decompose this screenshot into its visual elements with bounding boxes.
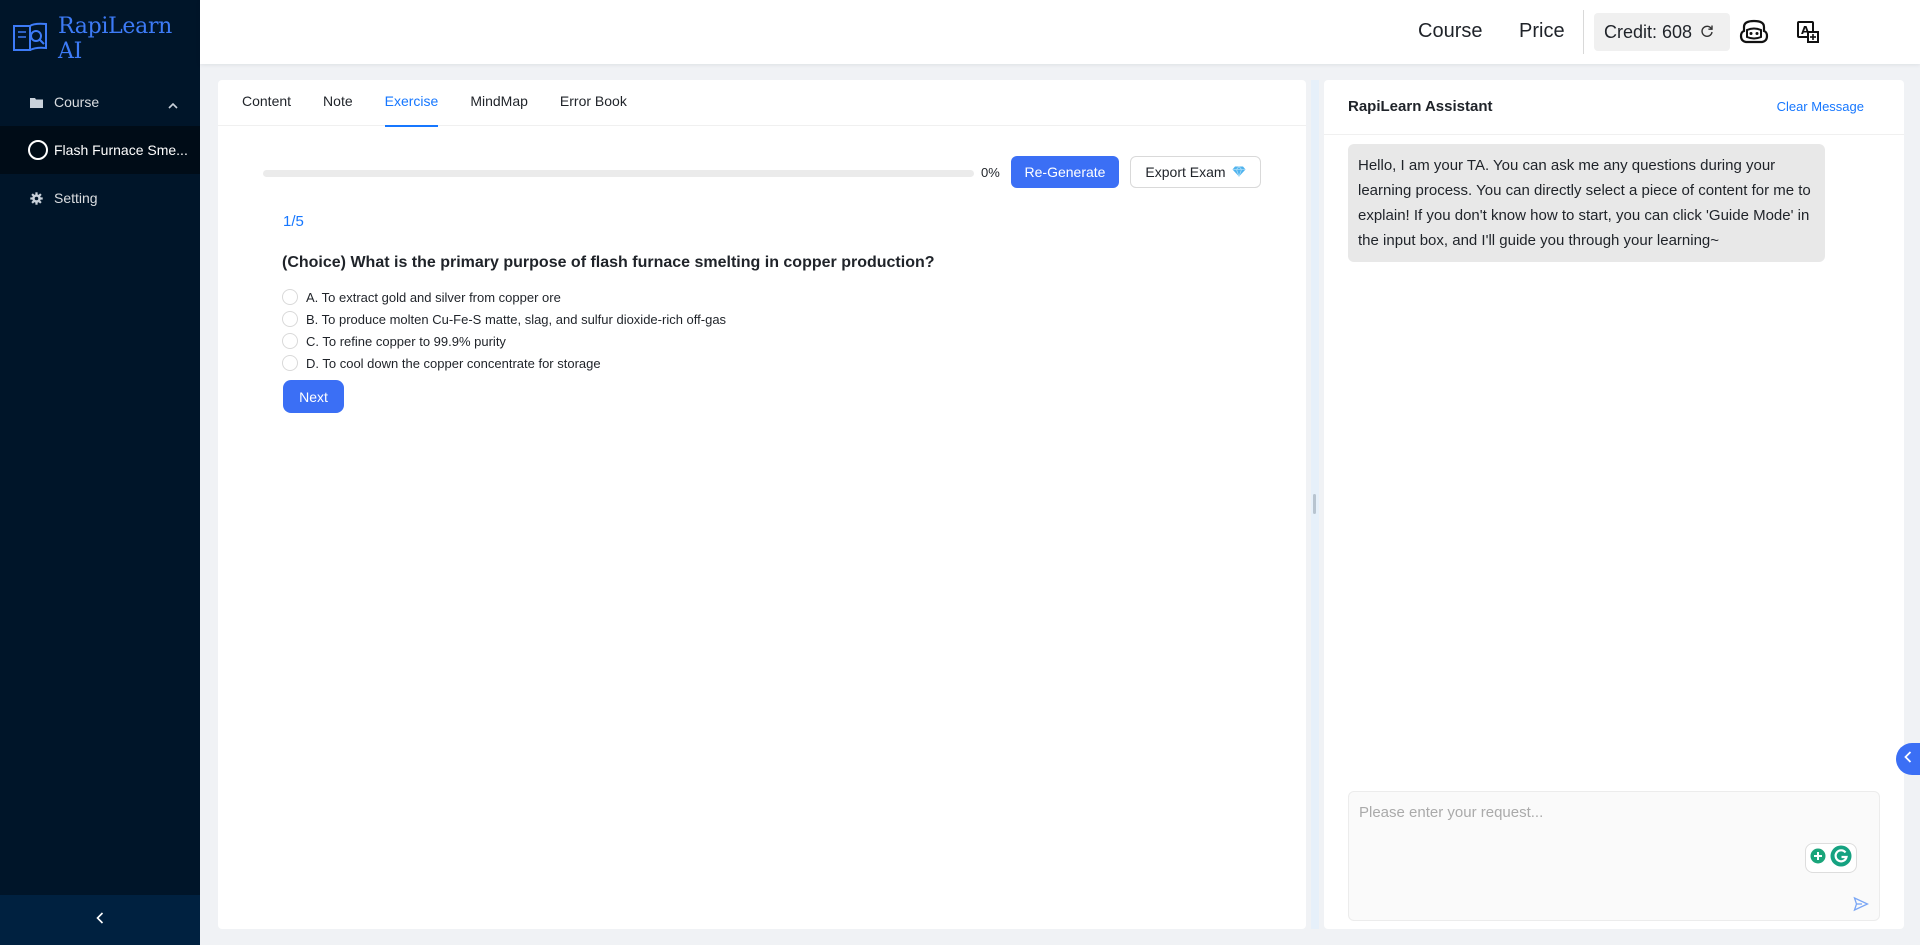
export-exam-label: Export Exam (1145, 164, 1226, 180)
next-button[interactable]: Next (283, 380, 344, 413)
circle-icon (28, 140, 48, 160)
tab-bar: Content Note Exercise MindMap Error Book (218, 80, 1306, 127)
resize-handle-icon[interactable] (1313, 494, 1316, 514)
robot-icon[interactable] (1739, 18, 1769, 46)
option-label: D. To cool down the copper concentrate f… (306, 355, 601, 371)
translate-icon[interactable]: A (1793, 18, 1823, 46)
sidebar-subitem-label: Flash Furnace Sme... (54, 142, 188, 158)
app-name: RapiLearn AI (58, 14, 173, 64)
sidebar-item-label: Course (54, 94, 100, 110)
assistant-title: RapiLearn Assistant (1348, 98, 1493, 115)
folder-icon (28, 94, 44, 110)
credit-label: Credit: 608 (1604, 21, 1693, 42)
option-c[interactable]: C. To refine copper to 99.9% purity (282, 330, 726, 352)
option-label: A. To extract gold and silver from coppe… (306, 289, 561, 305)
answer-options: A. To extract gold and silver from coppe… (282, 286, 726, 374)
clear-message-link[interactable]: Clear Message (1777, 99, 1864, 114)
panel-resizer[interactable] (1311, 80, 1319, 929)
question-index: 1/5 (283, 213, 304, 230)
header-link-price[interactable]: Price (1519, 20, 1565, 43)
chat-input[interactable] (1349, 792, 1879, 872)
option-d[interactable]: D. To cool down the copper concentrate f… (282, 352, 726, 374)
header-divider (1583, 10, 1584, 54)
book-logo-icon (12, 20, 50, 59)
tab-content[interactable]: Content (242, 80, 291, 126)
tab-mindmap[interactable]: MindMap (470, 80, 528, 126)
chevron-up-icon (168, 96, 178, 112)
export-exam-button[interactable]: Export Exam (1130, 156, 1261, 188)
assistant-panel: RapiLearn Assistant Clear Message Hello,… (1324, 80, 1904, 929)
chevron-left-icon (96, 911, 104, 929)
tab-error-book[interactable]: Error Book (560, 80, 627, 126)
option-label: B. To produce molten Cu-Fe-S matte, slag… (306, 311, 727, 327)
sidebar-item-course[interactable]: Course (0, 78, 200, 126)
header-link-course[interactable]: Course (1418, 20, 1482, 43)
top-header: Course Price Credit: 608 A (200, 0, 1920, 64)
radio-button[interactable] (282, 289, 298, 305)
diamond-icon (1232, 164, 1246, 180)
assistant-message: Hello, I am your TA. You can ask me any … (1348, 144, 1825, 262)
tab-note[interactable]: Note (323, 80, 353, 126)
option-a[interactable]: A. To extract gold and silver from coppe… (282, 286, 726, 308)
sidebar-item-setting[interactable]: Setting (0, 174, 200, 222)
bulb-plus-icon[interactable] (1810, 848, 1826, 869)
grammarly-icon[interactable] (1830, 845, 1852, 872)
progress-percent: 0% (981, 165, 1000, 180)
sidebar-collapse-button[interactable] (0, 895, 200, 945)
chat-input-box (1348, 791, 1880, 921)
refresh-icon[interactable] (1700, 22, 1714, 43)
sidebar-item-label: Setting (54, 190, 98, 206)
question-text: (Choice) What is the primary purpose of … (282, 254, 935, 271)
chevron-left-icon (1904, 750, 1912, 768)
radio-button[interactable] (282, 311, 298, 327)
sidebar: RapiLearn AI Course Flash Furnace Sme...… (0, 0, 200, 945)
radio-button[interactable] (282, 355, 298, 371)
assistant-toggle-button[interactable] (1896, 743, 1920, 775)
tab-exercise[interactable]: Exercise (384, 80, 438, 127)
progress-bar (263, 170, 974, 177)
credit-display[interactable]: Credit: 608 (1594, 13, 1730, 51)
sidebar-subitem-flash-furnace[interactable]: Flash Furnace Sme... (0, 126, 200, 174)
exercise-panel: Content Note Exercise MindMap Error Book… (218, 80, 1306, 929)
option-label: C. To refine copper to 99.9% purity (306, 333, 506, 349)
option-b[interactable]: B. To produce molten Cu-Fe-S matte, slag… (282, 308, 726, 330)
divider (1324, 134, 1904, 135)
send-icon[interactable] (1851, 894, 1871, 914)
regenerate-button[interactable]: Re-Generate (1011, 156, 1119, 188)
radio-button[interactable] (282, 333, 298, 349)
gear-icon (28, 190, 44, 206)
input-tools (1805, 843, 1857, 873)
logo[interactable]: RapiLearn AI (0, 0, 200, 78)
